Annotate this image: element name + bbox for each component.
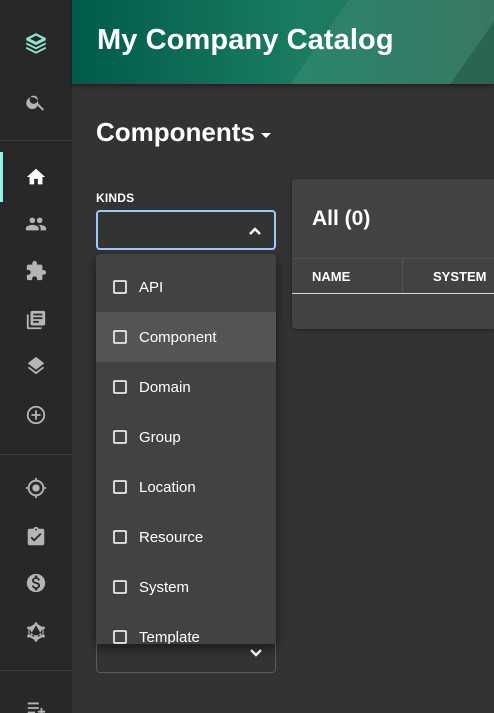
nav-divider — [0, 140, 72, 141]
nav-divider — [0, 454, 72, 455]
checkbox[interactable] — [113, 630, 127, 644]
kind-option-domain[interactable]: Domain — [96, 362, 276, 412]
search-icon[interactable] — [0, 77, 72, 127]
page-header: My Company Catalog — [72, 0, 494, 84]
checkbox[interactable] — [113, 380, 127, 394]
table-title: All (0) — [312, 207, 371, 230]
nav-divider — [0, 670, 72, 671]
kind-option-system[interactable]: System — [96, 562, 276, 612]
caret-down-icon — [260, 133, 271, 138]
kind-option-group[interactable]: Group — [96, 412, 276, 462]
kind-option-resource[interactable]: Resource — [96, 512, 276, 562]
chevron-up-icon — [248, 224, 262, 238]
graphql-icon[interactable] — [0, 607, 72, 657]
column-header-name[interactable]: NAME — [312, 269, 350, 284]
page-title: Components — [96, 117, 255, 147]
kind-option-template[interactable]: Template — [96, 612, 276, 644]
header-title: My Company Catalog — [97, 24, 394, 56]
option-label: Template — [139, 628, 200, 645]
option-label: Component — [139, 328, 217, 346]
checkbox[interactable] — [113, 330, 127, 344]
column-header-system[interactable]: SYSTEM — [433, 269, 486, 284]
target-icon[interactable] — [0, 463, 72, 513]
option-label: Group — [139, 428, 181, 446]
checkbox[interactable] — [113, 480, 127, 494]
checkbox[interactable] — [113, 530, 127, 544]
option-label: System — [139, 578, 190, 596]
chevron-down-icon — [249, 646, 263, 660]
kind-option-component[interactable]: Component — [96, 312, 276, 362]
kind-option-api[interactable]: API — [96, 262, 276, 312]
entity-table-card: All (0) NAME SYSTEM — [292, 179, 494, 329]
menu-add-icon[interactable] — [0, 683, 72, 713]
clipboard-check-icon[interactable] — [0, 512, 72, 562]
option-label: Location — [139, 478, 196, 496]
kinds-label: KINDS — [96, 191, 135, 205]
checkbox[interactable] — [113, 430, 127, 444]
option-label: Domain — [139, 378, 191, 396]
option-label: API — [139, 278, 164, 296]
users-icon[interactable] — [0, 199, 72, 249]
puzzle-icon[interactable] — [0, 246, 72, 296]
table-header-row: NAME SYSTEM — [292, 258, 494, 294]
docs-icon[interactable] — [0, 295, 72, 345]
column-divider — [402, 259, 403, 293]
logo-icon[interactable] — [0, 19, 72, 69]
create-icon[interactable] — [0, 390, 72, 440]
home-icon[interactable] — [0, 152, 72, 202]
dollar-icon[interactable] — [0, 558, 72, 608]
kind-option-location[interactable]: Location — [96, 462, 276, 512]
checkbox[interactable] — [113, 280, 127, 294]
page-title-dropdown[interactable]: Components — [96, 117, 271, 148]
sidebar — [0, 0, 72, 713]
kinds-select[interactable] — [96, 210, 276, 250]
checkbox[interactable] — [113, 580, 127, 594]
kinds-dropdown-list: API Component Domain Group Location Reso… — [96, 254, 276, 644]
option-label: Resource — [139, 528, 204, 546]
layers-icon[interactable] — [0, 341, 72, 391]
